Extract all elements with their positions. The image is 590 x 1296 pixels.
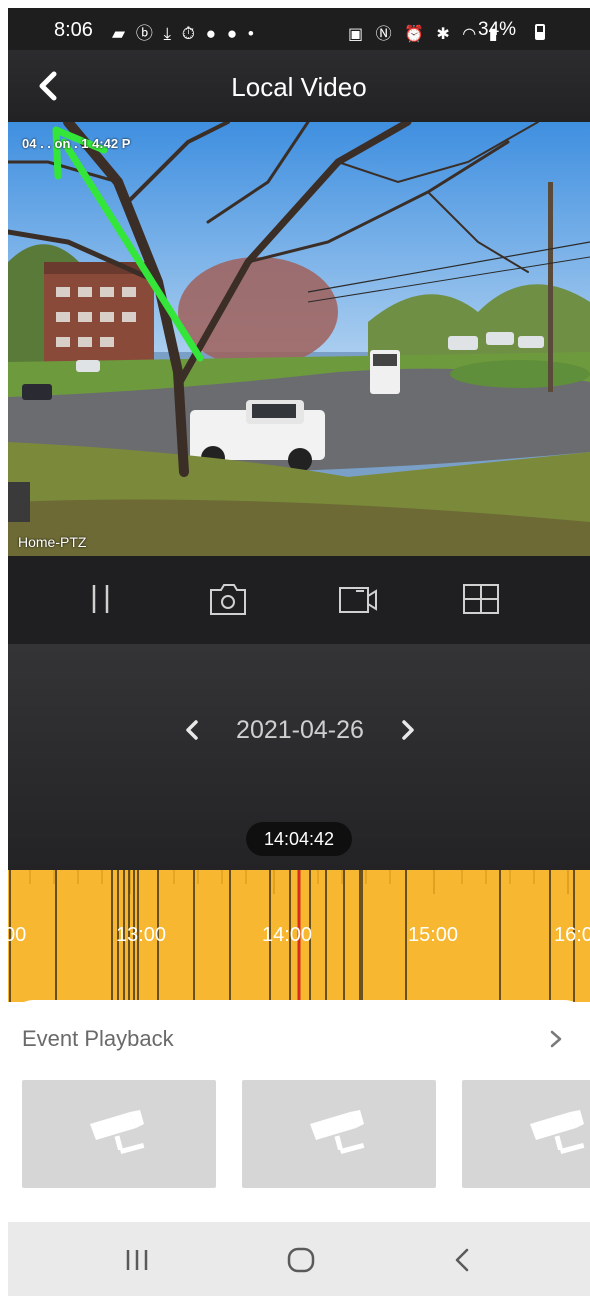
back-icon [455,1248,469,1272]
message-icon: ▰ [112,24,129,43]
recents-button[interactable] [112,1240,162,1280]
snapshot-icon [210,584,246,615]
system-back-button[interactable] [438,1240,488,1280]
grid-view-button[interactable] [456,576,506,622]
recents-icon [126,1250,148,1270]
timeline-label: 16:0 [554,924,590,946]
page-title: Local Video [231,72,367,102]
event-playback-more-button[interactable] [546,1024,566,1054]
event-thumbnail[interactable] [22,1080,216,1188]
battery-icon [535,24,545,40]
system-navigation-bar [8,1222,590,1296]
battery-percent: 34% [478,19,517,40]
video-player[interactable]: 04 . . on . 1 4:42 P Home-PTZ [8,122,590,556]
event-playback-title[interactable]: Event Playback [22,1026,174,1052]
event-thumbnail[interactable] [462,1080,590,1188]
video-timestamp-overlay: 04 . . on . 1 4:42 P [22,136,131,151]
record-icon [339,587,377,613]
recording-timeline[interactable]: 00 13:00 14:00 15:00 16:0 [8,870,590,1002]
app-header: Local Video [8,50,590,122]
playback-controls [8,556,590,644]
app-icon: ● [226,24,241,43]
app-icon: ● [205,24,220,43]
pause-icon [92,585,109,613]
camera-name-label: Home-PTZ [18,534,87,550]
camera-placeholder-icon [530,1110,585,1155]
download-icon: ⤓ [163,24,175,43]
stopwatch-icon: ⏱ [181,24,199,43]
snapshot-button[interactable] [203,576,253,622]
timeline-label: 13:00 [116,924,167,946]
event-playback-panel: Event Playback [8,1000,590,1222]
dot-icon: • [247,24,257,43]
timeline-label: 15:00 [408,924,459,946]
chevron-left-icon [186,720,198,740]
date-selector: 2021-04-26 14:04:42 [8,644,590,870]
next-date-button[interactable] [394,710,422,750]
status-time: 8:06 [54,19,93,41]
home-button[interactable] [276,1240,326,1280]
alarm-icon: ⏰ [404,26,428,43]
grid-view-icon [463,584,499,614]
chevron-right-icon [550,1030,562,1048]
nfc-lock-icon: ▣ [348,26,368,43]
b-app-icon: ⓑ [135,24,156,43]
notification-icons: ▰ ⓑ ⤓ ⏱ ● ● • [112,19,257,44]
event-thumbnail[interactable] [242,1080,436,1188]
bluetooth-icon: ✱ [436,26,454,43]
app-frame: 8:06 ▰ ⓑ ⤓ ⏱ ● ● • ▣ Ⓝ ⏰ ✱ ◠ ▮ 34% Local… [8,8,590,1296]
camera-feed-image [8,122,590,556]
status-bar: 8:06 ▰ ⓑ ⤓ ⏱ ● ● • ▣ Ⓝ ⏰ ✱ ◠ ▮ 34% [8,8,590,50]
previous-date-button[interactable] [178,710,206,750]
playback-date[interactable]: 2021-04-26 [208,716,392,745]
pause-button[interactable] [76,576,126,622]
camera-placeholder-icon [310,1110,365,1155]
chevron-right-icon [402,720,414,740]
record-button[interactable] [334,576,384,622]
timeline-label: 00 [8,924,27,946]
home-icon [287,1247,315,1273]
nfc-icon: Ⓝ [375,26,396,43]
timeline-label: 14:00 [262,924,313,946]
current-time-indicator: 14:04:42 [246,822,352,856]
camera-placeholder-icon [90,1110,145,1155]
